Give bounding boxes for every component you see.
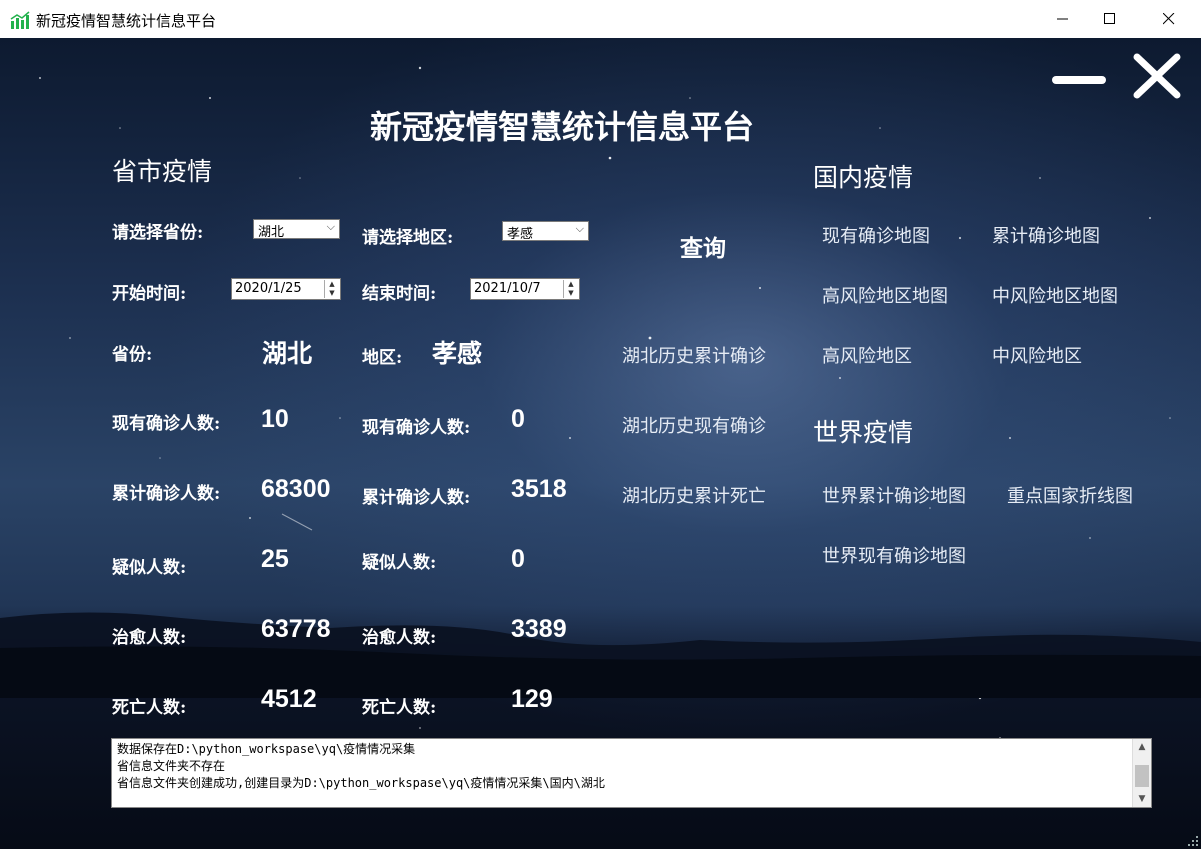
window-titlebar[interactable]: 新冠疫情智慧统计信息平台	[0, 0, 1201, 39]
resize-grip-icon[interactable]	[1187, 835, 1199, 847]
date-spinner[interactable]: ▲ ▼	[324, 280, 339, 298]
province-suspected-value: 25	[261, 545, 289, 573]
region-cumulative-label: 累计确诊人数:	[362, 488, 471, 508]
start-date-picker[interactable]: 2020/1/25 ▲ ▼	[231, 278, 341, 300]
domestic-current-map-link[interactable]: 现有确诊地图	[822, 222, 930, 248]
scroll-up-icon[interactable]: ▲	[1133, 739, 1151, 755]
region-select-value: 孝感	[507, 227, 534, 242]
region-cured-label: 治愈人数:	[362, 628, 437, 648]
window-title: 新冠疫情智慧统计信息平台	[36, 12, 217, 30]
close-icon	[1163, 13, 1175, 25]
region-cured-value: 3389	[511, 615, 567, 643]
province-cumulative-value: 68300	[261, 475, 331, 503]
log-scrollbar[interactable]: ▲ ▼	[1132, 739, 1151, 807]
log-line: 数据保存在D:\python_workspase\yq\疫情情况采集	[117, 742, 416, 756]
province-select[interactable]: 湖北 ⌵	[253, 219, 340, 240]
region-select[interactable]: 孝感 ⌵	[502, 221, 589, 242]
high-risk-areas-link[interactable]: 高风险地区	[822, 342, 912, 368]
start-date-value: 2020/1/25	[235, 281, 302, 296]
region-current-label: 现有确诊人数:	[362, 418, 471, 438]
region-suspected-value: 0	[511, 545, 525, 573]
scroll-down-icon[interactable]: ▼	[1133, 791, 1151, 807]
high-risk-map-link[interactable]: 高风险地区地图	[822, 282, 948, 308]
province-name: 湖北	[262, 339, 313, 368]
chart-app-icon	[10, 11, 30, 29]
domestic-section-title: 国内疫情	[813, 163, 914, 192]
key-countries-line-chart-link[interactable]: 重点国家折线图	[1007, 482, 1133, 508]
window-close-button[interactable]	[1146, 0, 1192, 38]
scroll-thumb[interactable]	[1135, 765, 1149, 787]
start-time-label: 开始时间:	[112, 284, 187, 304]
world-section-title: 世界疫情	[813, 418, 914, 447]
select-region-label: 请选择地区:	[362, 228, 454, 248]
province-current-value: 10	[261, 405, 289, 433]
window-maximize-button[interactable]	[1087, 0, 1133, 38]
query-button[interactable]: 查询	[680, 229, 726, 263]
province-dead-label: 死亡人数:	[112, 698, 187, 718]
log-line: 省信息文件夹不存在	[117, 759, 226, 773]
province-label: 省份:	[112, 345, 153, 365]
end-time-label: 结束时间:	[362, 284, 437, 304]
province-suspected-label: 疑似人数:	[112, 558, 187, 578]
region-current-value: 0	[511, 405, 525, 433]
app-minimize-button[interactable]	[1052, 76, 1106, 84]
minimize-icon	[1057, 18, 1068, 20]
province-cumulative-label: 累计确诊人数:	[112, 484, 221, 504]
region-suspected-label: 疑似人数:	[362, 553, 437, 573]
history-dead-link[interactable]: 湖北历史累计死亡	[622, 482, 782, 508]
chevron-down-icon: ⌵	[575, 222, 584, 235]
end-date-value: 2021/10/7	[474, 281, 541, 296]
history-cumulative-link[interactable]: 湖北历史累计确诊	[622, 342, 782, 368]
medium-risk-areas-link[interactable]: 中风险地区	[992, 342, 1082, 368]
province-dead-value: 4512	[261, 685, 317, 713]
region-name: 孝感	[432, 339, 483, 368]
province-cured-label: 治愈人数:	[112, 628, 187, 648]
log-line: 省信息文件夹创建成功,创建目录为D:\python_workspase\yq\疫…	[117, 776, 605, 790]
world-cumulative-map-link[interactable]: 世界累计确诊地图	[822, 482, 966, 508]
mountain-silhouette	[0, 612, 1201, 698]
world-current-map-link[interactable]: 世界现有确诊地图	[822, 542, 966, 568]
main-panel: 新冠疫情智慧统计信息平台 省市疫情 请选择省份: 湖北 ⌵ 请选择地区: 孝感 …	[0, 38, 1201, 849]
page-title: 新冠疫情智慧统计信息平台	[370, 108, 755, 146]
app-close-button[interactable]	[1132, 52, 1182, 100]
history-current-link[interactable]: 湖北历史现有确诊	[622, 412, 782, 438]
region-cumulative-value: 3518	[511, 475, 567, 503]
region-dead-label: 死亡人数:	[362, 698, 437, 718]
maximize-icon	[1104, 13, 1115, 24]
spin-up-icon[interactable]: ▲	[325, 280, 339, 289]
end-date-picker[interactable]: 2021/10/7 ▲ ▼	[470, 278, 580, 300]
log-textarea[interactable]: 数据保存在D:\python_workspase\yq\疫情情况采集 省信息文件…	[111, 738, 1152, 808]
spin-down-icon[interactable]: ▼	[325, 289, 339, 298]
select-province-label: 请选择省份:	[112, 223, 204, 243]
region-label: 地区:	[362, 348, 403, 368]
chevron-down-icon: ⌵	[326, 220, 335, 233]
province-select-value: 湖北	[258, 225, 285, 240]
province-current-label: 现有确诊人数:	[112, 414, 221, 434]
window-minimize-button[interactable]	[1040, 0, 1086, 38]
spin-down-icon[interactable]: ▼	[564, 289, 578, 298]
medium-risk-map-link[interactable]: 中风险地区地图	[992, 282, 1118, 308]
domestic-cumulative-map-link[interactable]: 累计确诊地图	[992, 222, 1100, 248]
province-cured-value: 63778	[261, 615, 331, 643]
province-section-title: 省市疫情	[112, 157, 213, 186]
region-dead-value: 129	[511, 685, 553, 713]
spin-up-icon[interactable]: ▲	[564, 280, 578, 289]
date-spinner[interactable]: ▲ ▼	[563, 280, 578, 298]
